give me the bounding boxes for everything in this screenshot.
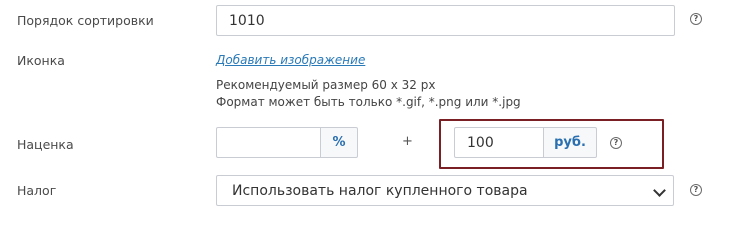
- icon-format-hint: Формат может быть только *.gif, *.png ил…: [216, 95, 521, 109]
- highlight-frame: [439, 119, 664, 169]
- tax-select-value: Использовать налог купленного товара: [232, 182, 528, 199]
- chevron-down-icon: [653, 184, 666, 197]
- percent-unit-addon: %: [320, 127, 358, 158]
- delivery-settings-form: Порядок сортировки 1010 ? Иконка Добавит…: [0, 0, 740, 213]
- icon-label: Иконка: [17, 53, 65, 68]
- tax-label: Налог: [17, 183, 57, 198]
- sort-order-input[interactable]: 1010: [216, 5, 675, 36]
- sort-order-label: Порядок сортировки: [17, 13, 154, 28]
- markup-percent-input[interactable]: [216, 127, 321, 158]
- markup-label: Наценка: [17, 137, 74, 152]
- icon-size-hint: Рекомендуемый размер 60 x 32 px: [216, 78, 436, 92]
- sort-order-help-icon[interactable]: ?: [690, 13, 702, 25]
- plus-sign: +: [402, 134, 413, 149]
- tax-select[interactable]: Использовать налог купленного товара: [216, 175, 674, 206]
- add-image-link[interactable]: Добавить изображение: [216, 53, 365, 67]
- tax-help-icon[interactable]: ?: [690, 184, 702, 196]
